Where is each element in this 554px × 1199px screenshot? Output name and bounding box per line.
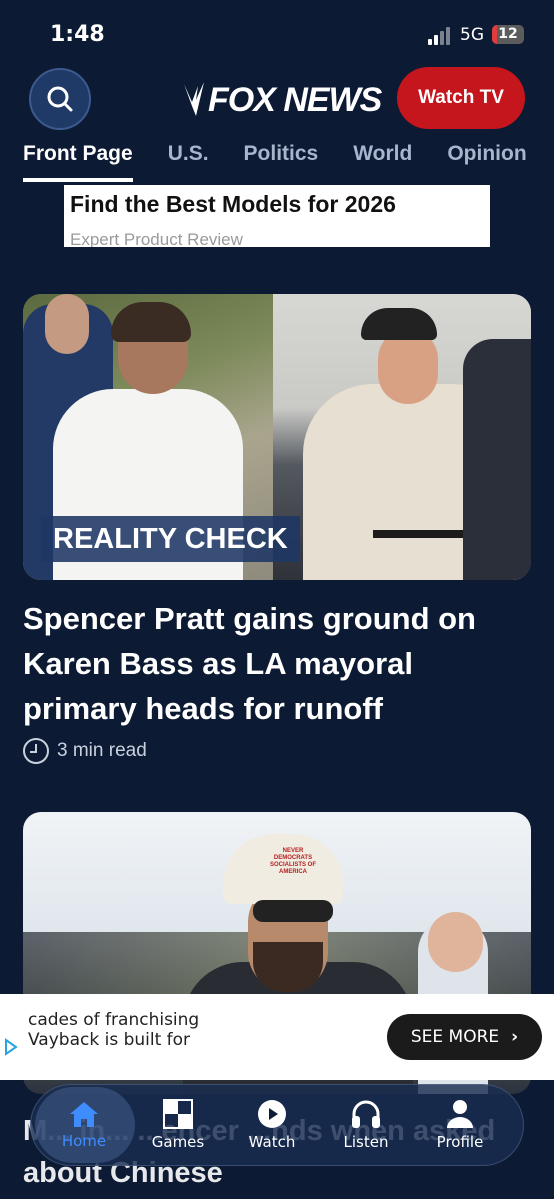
adchoices-icon[interactable] (4, 1038, 18, 1056)
tab-opinion[interactable]: Opinion (447, 142, 526, 182)
network-type: 5G (460, 25, 484, 45)
tab-front-page[interactable]: Front Page (23, 142, 133, 182)
logo-text: FOX NEWS (208, 80, 382, 119)
ad-source: Expert Product Review (70, 230, 243, 247)
search-icon (47, 86, 73, 112)
cap-text: NEVER DEMOCRATS SOCIALISTS OF AMERICA (269, 848, 316, 875)
ad-text-line-2: Vayback is built for (28, 1030, 191, 1050)
games-icon (163, 1099, 193, 1129)
home-icon (70, 1102, 98, 1127)
nav-listen[interactable]: Listen (319, 1085, 413, 1165)
battery-indicator: 12 (492, 25, 524, 44)
headphones-icon (352, 1100, 380, 1128)
nav-watch[interactable]: Watch (225, 1085, 319, 1165)
status-time: 1:48 (50, 22, 105, 47)
bottom-navigation: Home Games Watch Listen Profile (30, 1084, 524, 1166)
play-icon (258, 1100, 286, 1128)
nav-games[interactable]: Games (131, 1085, 225, 1165)
chevron-right-icon: › (511, 1027, 519, 1047)
app-header: FOX NEWS Watch TV (0, 64, 554, 134)
status-bar: 1:48 5G 12 (0, 0, 554, 60)
nav-home[interactable]: Home (35, 1085, 135, 1165)
section-tabs: Front Page U.S. Politics World Opinion (23, 142, 554, 186)
search-button[interactable] (29, 68, 91, 130)
read-time-label: 3 min read (57, 740, 147, 761)
fox-logo-icon (184, 82, 204, 116)
see-more-button[interactable]: SEE MORE › (387, 1014, 542, 1060)
ad-banner-top[interactable]: Find the Best Models for 2026 Expert Pro… (64, 185, 490, 247)
fox-news-logo: FOX NEWS (180, 78, 382, 122)
reality-check-badge: REALITY CHECK (41, 516, 300, 562)
clock-icon (23, 738, 49, 764)
ad-banner-bottom[interactable]: cades of franchising Vayback is built fo… (0, 994, 554, 1080)
profile-icon (447, 1100, 473, 1128)
watch-tv-button[interactable]: Watch TV (397, 67, 525, 129)
ad-headline: Find the Best Models for 2026 (70, 191, 396, 217)
ad-text-line-1: cades of franchising (28, 1010, 200, 1030)
tab-world[interactable]: World (353, 142, 412, 182)
tab-us[interactable]: U.S. (168, 142, 209, 182)
nav-profile[interactable]: Profile (413, 1085, 507, 1165)
article-headline[interactable]: Spencer Pratt gains ground on Karen Bass… (23, 596, 523, 731)
tab-politics[interactable]: Politics (244, 142, 319, 182)
read-time: 3 min read (23, 738, 147, 764)
signal-icon (428, 27, 454, 45)
